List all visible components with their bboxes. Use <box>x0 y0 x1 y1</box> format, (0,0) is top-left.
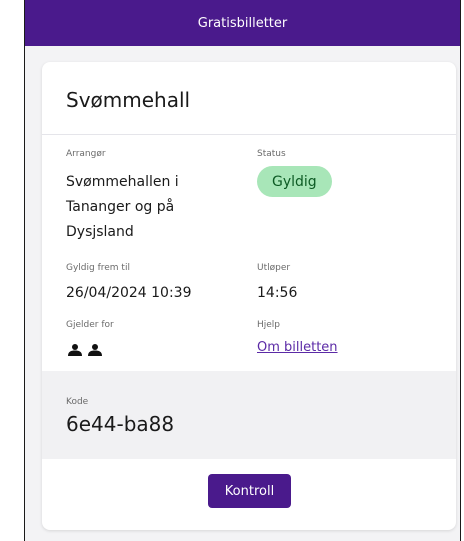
person-icon <box>88 344 102 356</box>
title-divider <box>42 134 456 135</box>
code-label: Kode <box>66 397 89 407</box>
valid-from-value: 26/04/2024 10:39 <box>66 285 192 301</box>
expires-value: 14:56 <box>257 285 298 301</box>
about-ticket-link[interactable]: Om billetten <box>257 340 338 355</box>
window-border-right <box>460 0 461 541</box>
status-label: Status <box>257 149 286 159</box>
status-badge: Gyldig <box>257 166 332 197</box>
ticket-title: Svømmehall <box>66 88 191 112</box>
code-value: 6e44-ba88 <box>66 412 175 436</box>
control-button[interactable]: Kontroll <box>208 474 291 508</box>
organizer-value: Svømmehallen i Tananger og på Dysjsland <box>66 174 179 240</box>
header-title: Gratisbilletter <box>197 15 288 31</box>
valid-from-label: Gyldig frem til <box>66 263 130 273</box>
code-section: Kode 6e44-ba88 <box>42 371 456 459</box>
app-header: Gratisbilletter <box>25 0 460 46</box>
persons-group <box>68 344 102 356</box>
organizer-label: Arrangør <box>66 149 106 159</box>
applies-for-label: Gjelder for <box>66 320 114 330</box>
person-icon <box>68 344 82 356</box>
help-label: Hjelp <box>257 320 281 330</box>
expires-label: Utløper <box>257 263 291 273</box>
ticket-card: Svømmehall Arrangør Svømmehallen i Tanan… <box>42 62 456 530</box>
